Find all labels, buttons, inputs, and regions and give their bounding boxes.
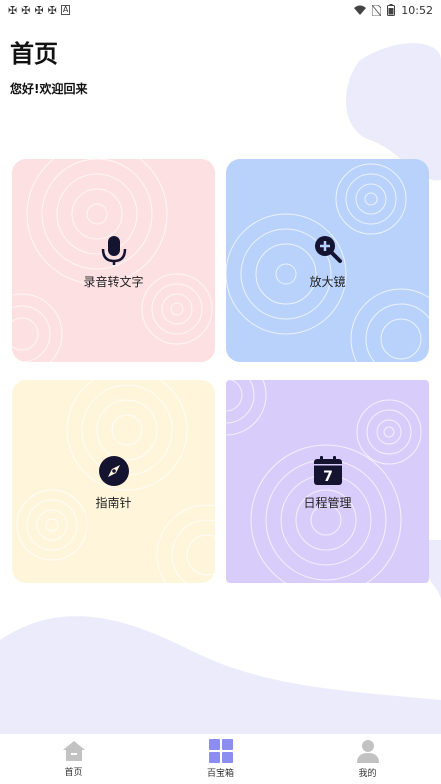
bottom-navigation: 首页 百宝箱 我的 [0, 734, 441, 784]
grid-icon [208, 739, 233, 763]
bug-icon: ✠ [34, 3, 44, 17]
card-label: 指南针 [95, 496, 132, 510]
card-label: 放大镜 [309, 275, 346, 289]
compass-icon [98, 456, 129, 486]
wifi-icon [354, 5, 367, 15]
bug-icon: ✠ [8, 3, 18, 17]
page-title: 首页 [10, 40, 58, 68]
microphone-icon [101, 236, 126, 265]
battery-icon [387, 4, 396, 16]
nav-home[interactable]: 首页 [34, 740, 114, 778]
user-icon [356, 740, 379, 763]
bug-icon: ✠ [47, 3, 57, 17]
a-icon: A [60, 5, 71, 15]
card-voice-to-text[interactable]: 录音转文字 [12, 159, 215, 362]
nav-label: 首页 [64, 768, 83, 778]
calendar-day-number: 7 [323, 469, 333, 485]
nav-profile[interactable]: 我的 [328, 739, 408, 779]
zoom-in-icon [314, 236, 342, 263]
calendar-icon: 7 [313, 456, 342, 485]
nav-label: 百宝箱 [206, 769, 234, 779]
status-time: 10:52 [401, 3, 433, 17]
nav-toolbox[interactable]: 百宝箱 [181, 739, 261, 779]
card-label: 录音转文字 [83, 275, 144, 289]
no-sim-icon [372, 4, 382, 16]
card-magnifier[interactable]: 放大镜 [226, 159, 429, 362]
card-label: 日程管理 [303, 496, 352, 510]
card-compass[interactable]: 指南针 [12, 380, 215, 583]
status-notification-icons: ✠ ✠ ✠ ✠ A [8, 3, 71, 17]
nav-label: 我的 [358, 769, 377, 779]
home-icon [62, 741, 85, 761]
bug-icon: ✠ [21, 3, 31, 17]
card-schedule[interactable]: 7 日程管理 [226, 380, 429, 583]
greeting-text: 您好!欢迎回来 [10, 82, 88, 96]
status-bar: ✠ ✠ ✠ ✠ A 10:52 [0, 0, 441, 20]
